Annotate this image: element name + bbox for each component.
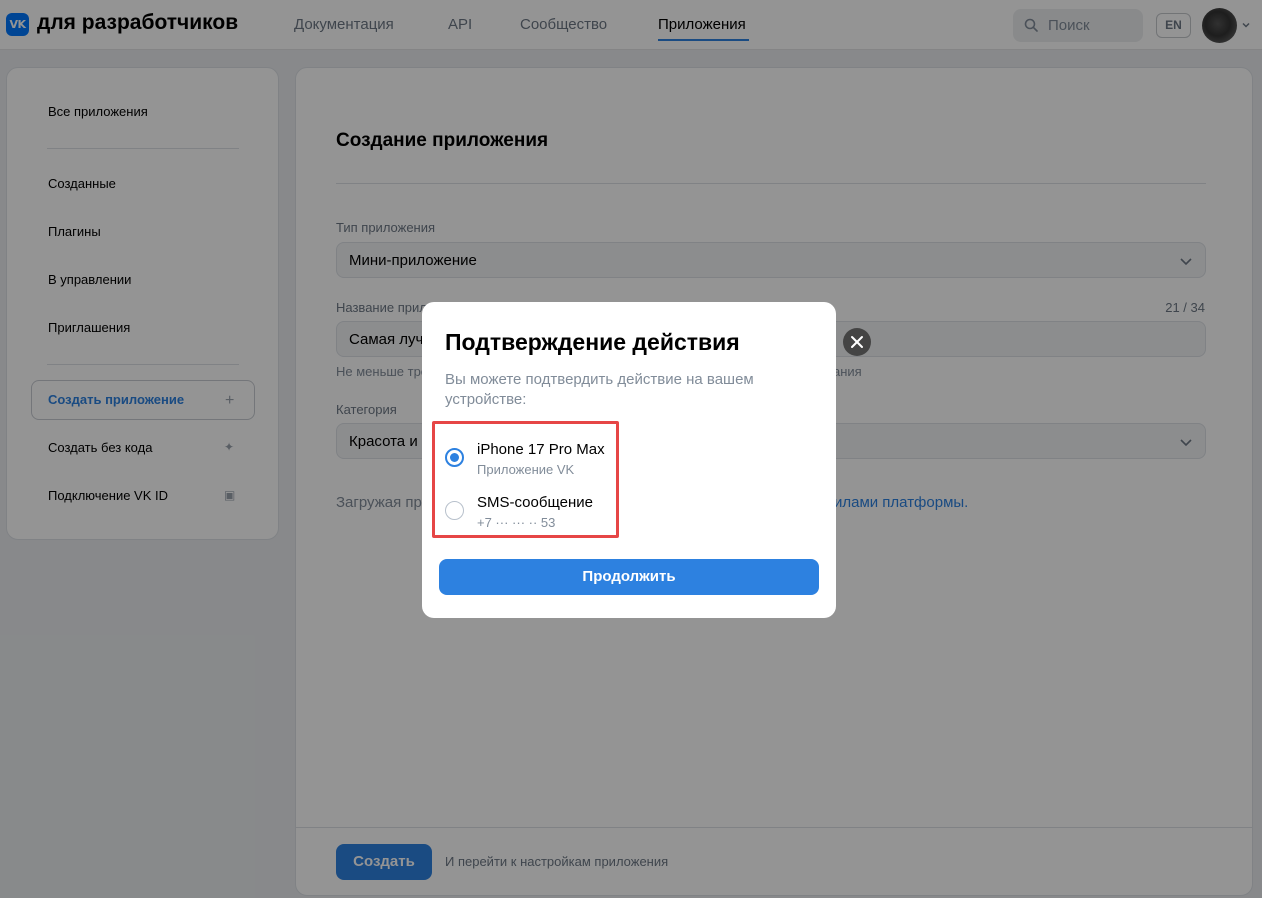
option-sms-subtitle: +7 ··· ··· ·· 53 [477,515,556,530]
option-sms-title[interactable]: SMS-сообщение [477,494,593,511]
modal-description: Вы можете подтвердить действие на вашем … [445,371,754,408]
close-icon [851,336,863,348]
option-iphone-subtitle: Приложение VK [477,462,575,477]
radio-iphone[interactable] [445,448,464,467]
modal-title: Подтверждение действия [445,329,740,355]
option-iphone-title[interactable]: iPhone 17 Pro Max [477,441,605,458]
confirmation-modal: Подтверждение действия Вы можете подтвер… [422,302,871,618]
continue-button[interactable]: Продолжить [439,559,819,595]
close-button[interactable] [843,328,871,356]
radio-sms[interactable] [445,501,464,520]
